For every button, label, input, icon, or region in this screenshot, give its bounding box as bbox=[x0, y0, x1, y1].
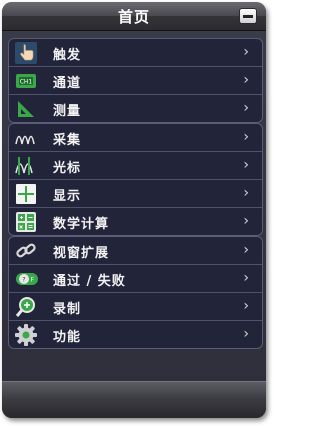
chevron-right-icon: › bbox=[243, 270, 249, 286]
menu-item-acquire[interactable]: 采集 › bbox=[9, 124, 262, 152]
chevron-right-icon: › bbox=[243, 298, 249, 314]
menu-group-1: 触发 › CH1 通道 › 测量 › bbox=[8, 38, 263, 123]
chevron-right-icon: › bbox=[243, 185, 249, 201]
menu-group-3: 视窗扩展 › ? F 通过 / 失败 › 录制 › 功能 › bbox=[8, 236, 263, 349]
waveform-icon bbox=[15, 127, 37, 149]
menu-item-zoom-window[interactable]: 视窗扩展 › bbox=[9, 237, 262, 265]
svg-text:CH1: CH1 bbox=[20, 79, 33, 86]
gear-icon bbox=[15, 324, 37, 346]
menu-group-2: 采集 › 光标 › 显示 › 数学计算 › bbox=[8, 123, 263, 236]
svg-text:F: F bbox=[31, 277, 35, 284]
link-chain-icon bbox=[15, 240, 37, 262]
svg-text:?: ? bbox=[22, 277, 25, 284]
menu-item-measure[interactable]: 测量 › bbox=[9, 95, 262, 122]
crosshair-display-icon bbox=[15, 183, 37, 205]
pass-fail-toggle-icon: ? F bbox=[15, 268, 38, 290]
main-window: 首页 触发 › CH1 通道 › 测量 › 采集 › 光标 › 显示 › 数学计… bbox=[2, 2, 266, 418]
menu-item-cursor[interactable]: 光标 › bbox=[9, 152, 262, 180]
chevron-right-icon: › bbox=[243, 72, 249, 88]
chevron-right-icon: › bbox=[243, 326, 249, 342]
minus-icon bbox=[243, 15, 253, 18]
menu-item-trigger[interactable]: 触发 › bbox=[9, 39, 262, 67]
chevron-right-icon: › bbox=[243, 44, 249, 60]
menu-label: 功能 bbox=[53, 330, 82, 345]
menu-label: 测量 bbox=[53, 104, 82, 119]
bottom-bar bbox=[2, 381, 266, 418]
menu-item-channel[interactable]: CH1 通道 › bbox=[9, 67, 262, 95]
menu-label: 通道 bbox=[53, 76, 82, 91]
chevron-right-icon: › bbox=[243, 100, 249, 116]
menu-label: 显示 bbox=[53, 189, 82, 204]
chevron-right-icon: › bbox=[243, 129, 249, 145]
ruler-triangle-icon bbox=[15, 98, 37, 120]
touch-hand-icon bbox=[15, 42, 37, 64]
minimize-button[interactable] bbox=[239, 8, 257, 24]
menu-label: 视窗扩展 bbox=[53, 246, 110, 261]
menu-label: 数学计算 bbox=[53, 217, 110, 232]
chevron-right-icon: › bbox=[243, 213, 249, 229]
menu-item-function[interactable]: 功能 › bbox=[9, 321, 262, 348]
menu-item-record[interactable]: 录制 › bbox=[9, 293, 262, 321]
menu-label: 录制 bbox=[53, 302, 82, 317]
menu-label: 光标 bbox=[53, 161, 82, 176]
menu-label: 采集 bbox=[53, 133, 82, 148]
record-magnifier-icon bbox=[15, 296, 37, 318]
cursor-wave-icon bbox=[15, 155, 37, 177]
chevron-right-icon: › bbox=[243, 157, 249, 173]
menu-label: 触发 bbox=[53, 48, 82, 63]
menu-label: 通过 / 失败 bbox=[53, 274, 126, 289]
chevron-right-icon: › bbox=[243, 242, 249, 258]
menu-item-display[interactable]: 显示 › bbox=[9, 180, 262, 208]
menu-area: 触发 › CH1 通道 › 测量 › 采集 › 光标 › 显示 › 数学计算 ›… bbox=[2, 31, 266, 381]
channel-chip-icon: CH1 bbox=[15, 70, 37, 92]
page-title: 首页 bbox=[117, 8, 150, 26]
menu-item-math[interactable]: 数学计算 › bbox=[9, 208, 262, 235]
calculator-icon bbox=[15, 211, 37, 233]
menu-item-pass-fail[interactable]: ? F 通过 / 失败 › bbox=[9, 265, 262, 293]
title-bar: 首页 bbox=[2, 2, 266, 31]
